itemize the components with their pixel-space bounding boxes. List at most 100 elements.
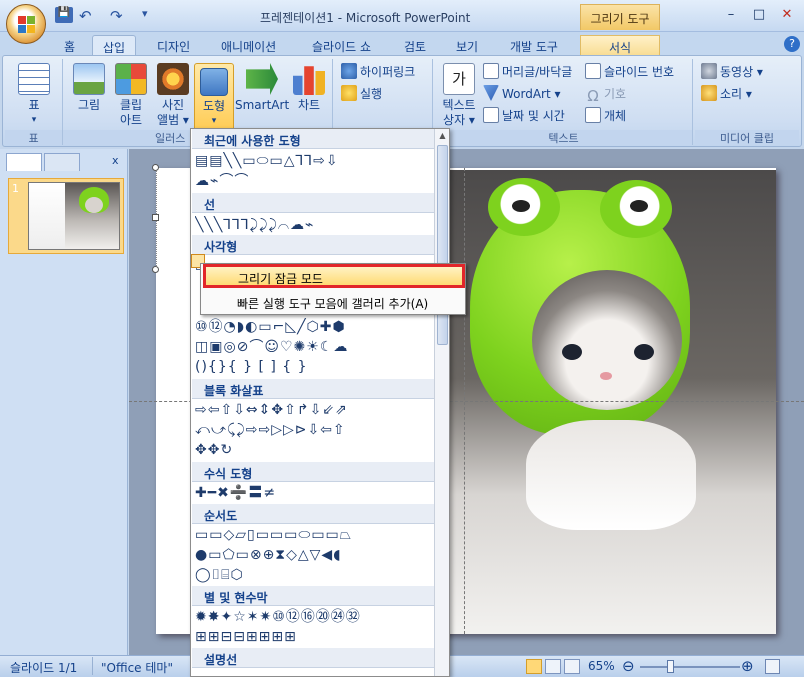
group-table: 표 ▾ 표 bbox=[5, 59, 63, 145]
video-button[interactable]: 동영상 ▾ bbox=[701, 63, 763, 82]
minimize-button[interactable]: – bbox=[718, 5, 744, 25]
smartart-button[interactable]: SmartArt bbox=[235, 63, 289, 113]
object-button[interactable]: 개체 bbox=[585, 107, 626, 126]
maximize-button[interactable]: □ bbox=[746, 5, 772, 25]
action-button[interactable]: 실행 bbox=[341, 85, 382, 104]
tab-outline[interactable] bbox=[44, 153, 80, 171]
photo-album-button[interactable]: 사진 앨범 ▾ bbox=[153, 63, 193, 128]
picture-icon bbox=[73, 63, 105, 95]
scroll-up-arrow-icon[interactable]: ▲ bbox=[437, 131, 448, 141]
zoom-level[interactable]: 65% bbox=[588, 659, 615, 673]
tab-developer[interactable]: 개발 도구 bbox=[500, 35, 568, 56]
video-label: 동영상 ▾ bbox=[720, 65, 763, 79]
shapes-button[interactable]: 도형 ▾ bbox=[194, 63, 234, 131]
close-button[interactable]: ✕ bbox=[774, 5, 800, 25]
selection-handle[interactable] bbox=[152, 164, 159, 171]
lines-row[interactable]: ╲╲╲⅂⅂⅂⤸⤸⤸⌒☁⌁ bbox=[195, 215, 435, 235]
header-footer-label: 머리글/바닥글 bbox=[502, 65, 573, 79]
tab-home[interactable]: 홈 bbox=[54, 35, 85, 56]
zoom-in-icon[interactable]: ⊕ bbox=[741, 657, 754, 675]
slide-thumbnail[interactable] bbox=[28, 182, 120, 250]
zoom-slider-track[interactable] bbox=[640, 666, 740, 668]
save-icon[interactable]: 💾 bbox=[55, 7, 73, 23]
basic-shapes-row[interactable]: ◫▣◎⊘⌒☺♡✺☀☾☁ bbox=[195, 337, 435, 357]
film-reel-icon bbox=[701, 63, 717, 79]
basic-shapes-row[interactable]: (){}{ } [ ] { } bbox=[195, 357, 435, 377]
clipart-label-line1: 클립 bbox=[119, 98, 143, 112]
tab-design[interactable]: 디자인 bbox=[147, 35, 200, 56]
help-icon[interactable]: ? bbox=[784, 36, 800, 52]
block-arrows-row[interactable]: ⤺⤻⤹⤸⇨⇨▷▷⊳⇩⇦⇧ bbox=[195, 420, 435, 440]
slide-sorter-icon[interactable] bbox=[545, 659, 561, 674]
tab-view[interactable]: 보기 bbox=[446, 35, 488, 56]
tab-slideshow[interactable]: 슬라이드 쇼 bbox=[302, 35, 381, 56]
block-arrows-row[interactable]: ⇨⇦⇧⇩⇔⇕✥⇧↱⇩⇙⇗ bbox=[195, 400, 435, 420]
undo-icon[interactable]: ↶ bbox=[79, 7, 97, 25]
picture-button[interactable]: 그림 bbox=[69, 63, 109, 113]
chart-button[interactable]: 차트 bbox=[289, 63, 329, 113]
slide-number: 1 bbox=[12, 182, 19, 195]
flowchart-row[interactable]: ◯⌷⌸⬡ bbox=[195, 565, 435, 585]
category-block-arrows: 블록 화살표 bbox=[192, 379, 434, 399]
status-divider bbox=[92, 657, 93, 675]
photo-album-label-line2: 앨범 ▾ bbox=[157, 113, 189, 127]
basic-shapes-row[interactable]: ⑩⑫◔◗◐▭⌐◺╱⬡✚⬢ bbox=[195, 317, 435, 337]
datetime-button[interactable]: 날짜 및 시간 bbox=[483, 107, 565, 126]
slide-number-button[interactable]: 슬라이드 번호 bbox=[585, 63, 674, 82]
wordart-button[interactable]: WordArt ▾ bbox=[483, 85, 561, 104]
block-arrows-row[interactable]: ✥✥↻ bbox=[195, 440, 435, 460]
window-title: 프레젠테이션1 - Microsoft PowerPoint bbox=[260, 11, 471, 25]
redo-icon[interactable]: ↷ bbox=[110, 7, 128, 25]
hyperlink-label: 하이퍼링크 bbox=[360, 65, 416, 79]
sound-button[interactable]: 소리 ▾ bbox=[701, 85, 752, 104]
close-pane-icon[interactable]: x bbox=[112, 154, 119, 167]
fit-to-window-icon[interactable] bbox=[765, 659, 780, 674]
hyperlink-button[interactable]: 하이퍼링크 bbox=[341, 63, 415, 82]
stars-banners-row[interactable]: ⊞⊞⊟⊟⊞⊞⊞⊞ bbox=[195, 627, 435, 647]
menu-item-add-gallery-to-quick-access[interactable]: 빠른 실행 도구 모음에 갤러리 추가(A) bbox=[203, 292, 465, 314]
textbox-label-line2: 상자 ▾ bbox=[443, 113, 475, 127]
header-footer-icon bbox=[483, 63, 499, 79]
wordart-icon bbox=[483, 85, 499, 101]
group-label-table: 표 bbox=[5, 130, 62, 145]
kitten-body bbox=[526, 420, 696, 530]
frog-pupil-right bbox=[630, 200, 648, 212]
customize-quick-access-icon[interactable]: ▾ bbox=[142, 7, 160, 23]
selection-handle[interactable] bbox=[152, 266, 159, 273]
recent-shapes-row[interactable]: ☁⌁⌒⌒ bbox=[195, 171, 435, 191]
recent-shapes-row[interactable]: ▤▤╲╲▭⬭▭△⅂⅂⇨⇩ bbox=[195, 151, 435, 171]
kitten-nose bbox=[600, 372, 612, 380]
tab-slides[interactable] bbox=[6, 153, 42, 171]
selection-handle[interactable] bbox=[152, 214, 159, 221]
category-equation-shapes: 수식 도형 bbox=[192, 462, 434, 482]
tab-format[interactable]: 서식 bbox=[580, 35, 660, 56]
symbol-button[interactable]: Ω 기호 bbox=[585, 85, 626, 104]
tab-insert[interactable]: 삽입 bbox=[92, 35, 137, 56]
stars-banners-row[interactable]: ✹✸✦☆✶✷⑩⑫⑯⑳㉔㉜ bbox=[195, 607, 435, 627]
header-footer-button[interactable]: 머리글/바닥글 bbox=[483, 63, 572, 82]
equation-shapes-row[interactable]: ✚━✖➗〓≠ bbox=[195, 483, 435, 503]
shapes-icon bbox=[200, 68, 228, 96]
zoom-out-icon[interactable]: ⊖ bbox=[622, 657, 635, 675]
zoom-slider-thumb[interactable] bbox=[666, 660, 674, 673]
office-button[interactable] bbox=[6, 4, 46, 44]
flowchart-row[interactable]: ●▭⬠▭⊗⊕⧗◇△▽◀◖ bbox=[195, 545, 435, 565]
tab-animations[interactable]: 애니메이션 bbox=[211, 35, 286, 56]
clipart-button[interactable]: 클립 아트 bbox=[111, 63, 151, 128]
smartart-icon bbox=[246, 63, 278, 95]
textbox-label-line1: 텍스트 bbox=[442, 98, 476, 112]
tab-review[interactable]: 검토 bbox=[394, 35, 436, 56]
slideshow-view-icon[interactable] bbox=[564, 659, 580, 674]
scroll-thumb[interactable] bbox=[437, 145, 448, 345]
action-label: 실행 bbox=[360, 87, 383, 101]
normal-view-icon[interactable] bbox=[526, 659, 542, 674]
table-button[interactable]: 표 ▾ bbox=[13, 63, 55, 128]
gallery-scrollbar[interactable]: ▲ bbox=[434, 129, 449, 676]
frog-pupil-left bbox=[512, 200, 530, 212]
callouts-row[interactable]: ▭▭▭▭▭▭▭▭ bbox=[195, 669, 435, 676]
textbox-button[interactable]: 가 텍스트 상자 ▾ bbox=[439, 63, 479, 128]
speaker-icon bbox=[701, 85, 717, 101]
photo-album-label-line1: 사진 bbox=[161, 98, 185, 112]
flowchart-row[interactable]: ▭▭◇▱▯▭▭▭⬭▭▭⏢ bbox=[195, 525, 435, 545]
clipart-icon bbox=[115, 63, 147, 95]
